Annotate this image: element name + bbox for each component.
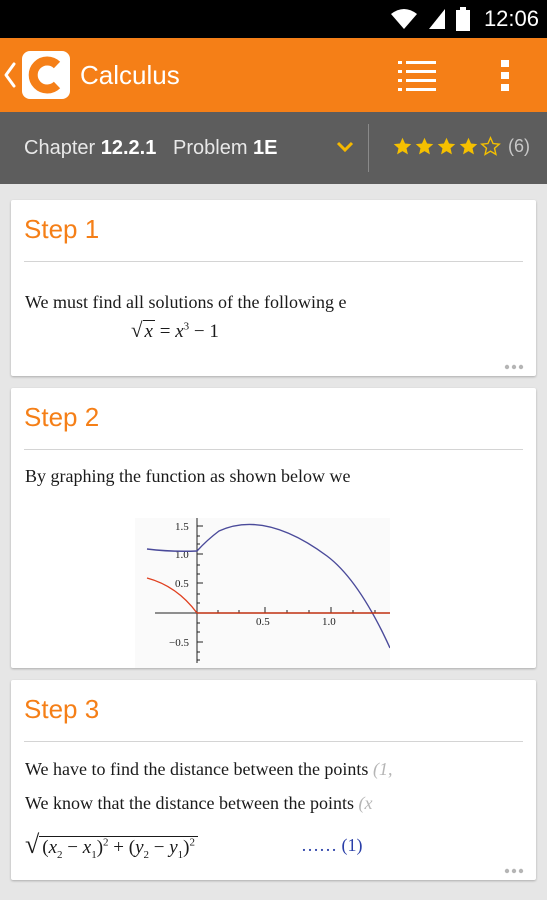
step-title: Step 2: [24, 402, 100, 432]
problem-label: Problem: [173, 137, 248, 159]
chapter-bar: Chapter 12.2.1 Problem 1E (6): [0, 112, 547, 184]
status-bar: 12:06: [0, 0, 547, 38]
step-text-line1: We have to find the distance between the…: [25, 759, 393, 779]
back-chevron-icon[interactable]: [2, 60, 18, 90]
chapter-bar-divider: [368, 124, 369, 172]
star-empty-icon: [480, 135, 501, 156]
distance-formula: √ (x2 − x1)2 + (y2 − y1)2: [25, 830, 198, 861]
star-filled-icon: [459, 137, 478, 154]
text-fade: [456, 754, 536, 784]
star-filled-icon: [393, 137, 412, 154]
point-fragment: (1,: [372, 759, 393, 779]
chevron-down-icon[interactable]: [336, 140, 354, 154]
rhs-base: x: [175, 321, 184, 342]
chapter-problem-selector[interactable]: Chapter 12.2.1 Problem 1E: [24, 134, 278, 162]
star-filled-icon: [415, 137, 434, 154]
app-bar: Calculus: [0, 38, 547, 112]
y-tick-label: −0.5: [169, 637, 189, 649]
radicand: x: [142, 320, 155, 342]
list-icon: [398, 61, 436, 91]
more-dots-icon: [504, 868, 524, 874]
step-card-3[interactable]: Step 3 We have to find the distance betw…: [11, 680, 536, 880]
step-formula: √ x = x3 − 1: [131, 318, 219, 342]
step-title: Step 1: [24, 214, 100, 244]
y-tick-label: 0.5: [175, 578, 189, 590]
logo-c-icon: [28, 56, 61, 94]
more-vert-icon: [501, 60, 509, 91]
step-text-line2: We know that the distance between the po…: [25, 793, 373, 813]
problem-number: 1E: [253, 137, 278, 159]
wifi-icon: [390, 9, 417, 29]
app-title: Calculus: [80, 60, 180, 90]
x-tick-label: 0.5: [256, 616, 270, 628]
text-fade: [346, 288, 536, 318]
step-card-1[interactable]: Step 1 We must find all solutions of the…: [11, 200, 536, 376]
equation-label: …… (1): [301, 835, 363, 855]
app-logo[interactable]: [22, 51, 70, 99]
cell-signal-icon: [428, 9, 445, 29]
chapter-label: Chapter: [24, 137, 96, 159]
status-time: 12:06: [483, 6, 539, 31]
x-tick-label: 1.0: [322, 616, 336, 628]
text-fade: [346, 462, 536, 492]
rating[interactable]: (6): [392, 134, 530, 158]
overflow-menu-button[interactable]: [490, 54, 520, 98]
step-card-2[interactable]: Step 2 By graphing the function as shown…: [11, 388, 536, 668]
star-filled-icon: [437, 137, 456, 154]
step-title: Step 3: [24, 694, 100, 724]
rhs-tail: − 1: [189, 321, 219, 342]
rating-count: (6): [508, 136, 530, 156]
point-fragment: (x: [358, 793, 373, 813]
chapter-number: 12.2.1: [100, 137, 157, 159]
status-icons: 12:06: [390, 0, 539, 38]
step-divider: [24, 261, 523, 262]
step-divider: [24, 741, 523, 742]
more-dots-icon: [504, 364, 524, 370]
function-graph: 1.5 1.0 0.5 −0.5 0.5 1.0: [135, 518, 390, 668]
list-menu-button[interactable]: [392, 56, 442, 96]
step-text: By graphing the function as shown below …: [25, 466, 351, 486]
sqrt-symbol: √: [131, 318, 143, 342]
step-text: We must find all solutions of the follow…: [25, 292, 347, 312]
text-fade: [456, 788, 536, 818]
y-tick-label: 1.5: [175, 521, 189, 533]
step-divider: [24, 449, 523, 450]
battery-icon: [455, 7, 470, 31]
